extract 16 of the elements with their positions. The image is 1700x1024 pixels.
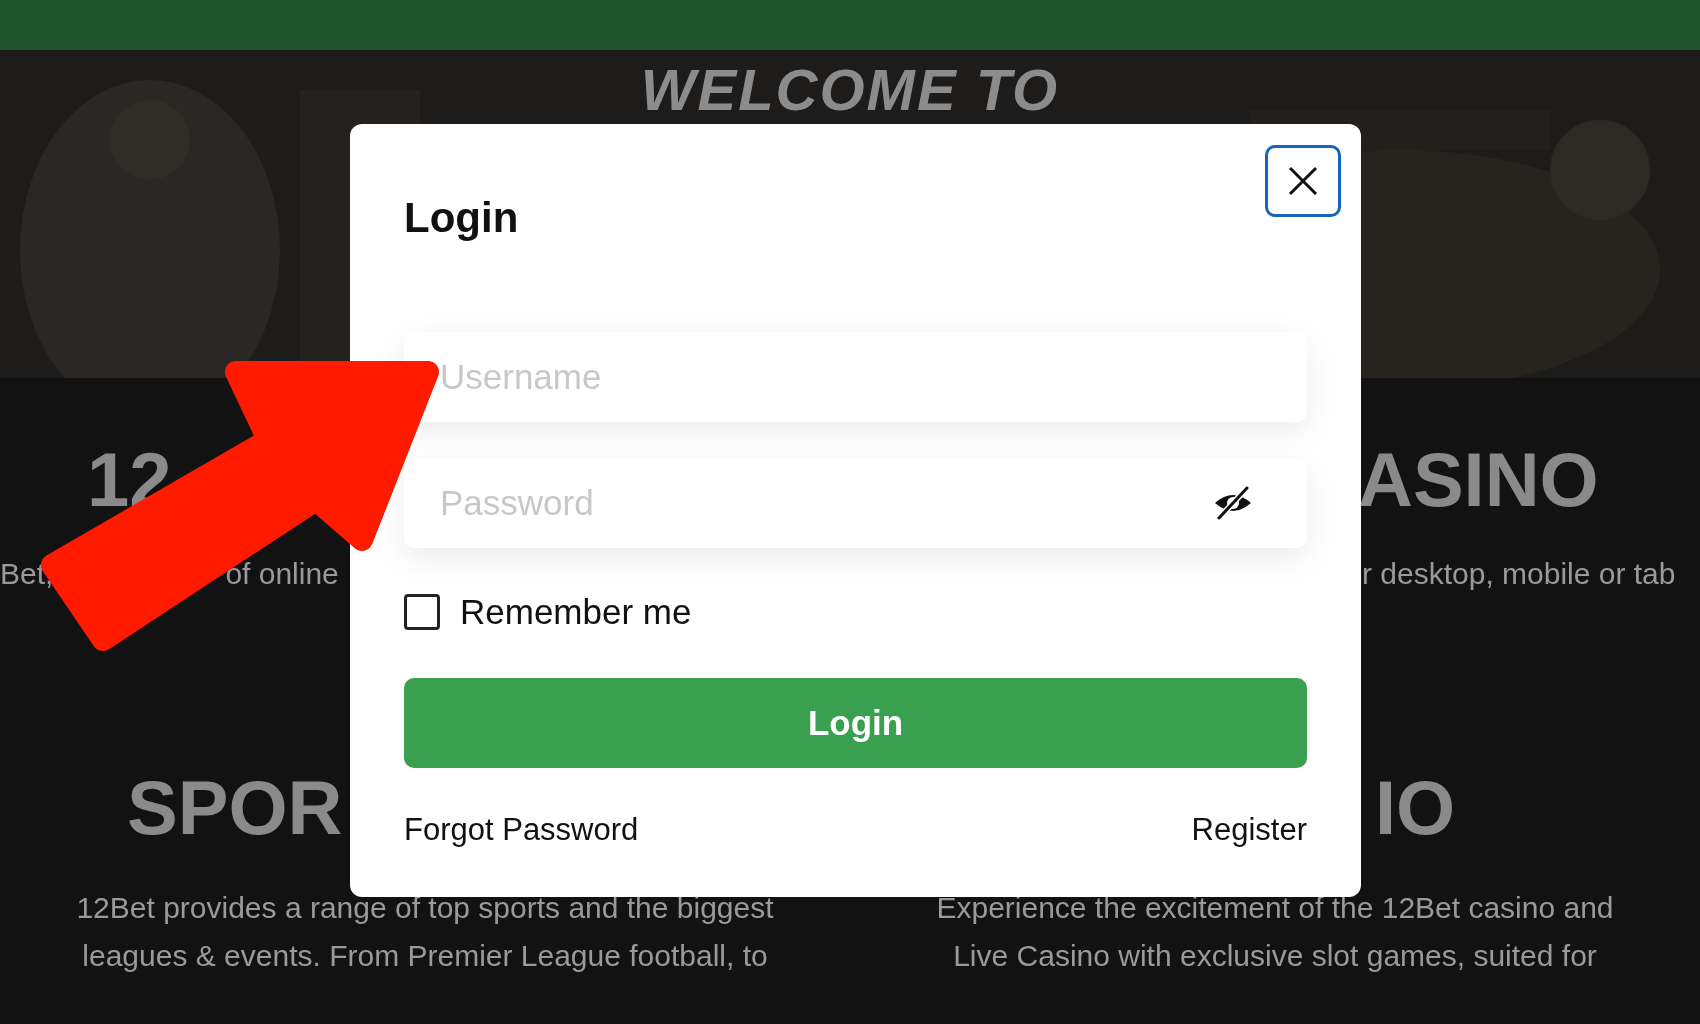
dialog-title: Login (404, 194, 519, 242)
section-heading: IO (1375, 770, 1456, 846)
section-text: r desktop, mobile or tab (1362, 556, 1676, 592)
dialog-link[interactable]: Register (1191, 812, 1307, 848)
remember-checkbox[interactable] (404, 594, 440, 630)
section-text: 12Bet provides a range of top sports and the biggest leagues & events. From Premier League football, to (75, 890, 775, 974)
section-text: Experience the excitement of the 12Bet casino and Live Casino with exclusive slot games, suited for (935, 890, 1615, 974)
section-heading: ASINO (1358, 442, 1599, 518)
eye-off-icon[interactable] (1213, 485, 1253, 521)
close-icon[interactable] (1288, 166, 1318, 196)
hero-title: WELCOME TO (640, 56, 1060, 123)
close-button[interactable] (1265, 145, 1341, 217)
dialog-link[interactable]: Forgot Password (404, 812, 639, 848)
section-text: of online (225, 556, 339, 592)
section-heading: SPOR (127, 770, 343, 846)
remember-label: Remember me (460, 592, 692, 632)
